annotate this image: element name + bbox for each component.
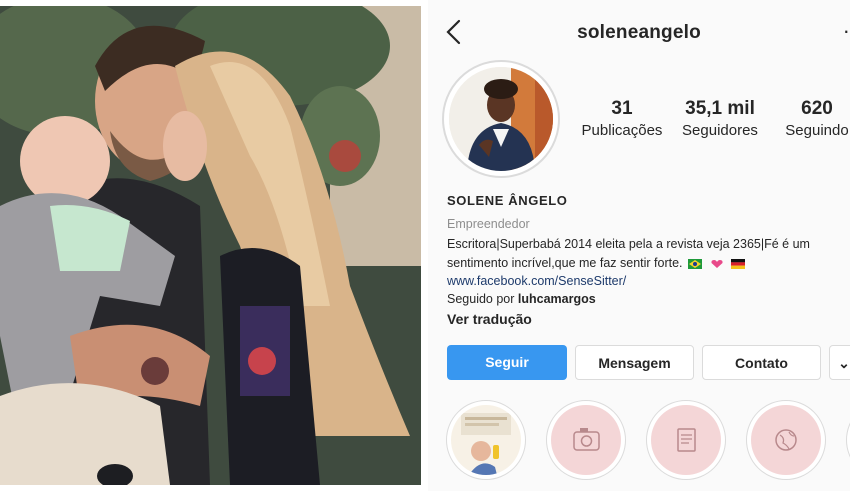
stat-followers[interactable]: 35,1 mil Seguidores bbox=[674, 98, 766, 139]
panel-divider bbox=[421, 0, 428, 491]
highlight-document[interactable] bbox=[646, 400, 726, 480]
stat-following-label: Seguindo bbox=[785, 122, 849, 139]
profile-name: SOLENE ÂNGELO bbox=[447, 193, 568, 208]
profile-description: Escritora|Superbabá 2014 eleita pela a r… bbox=[447, 235, 842, 273]
stat-followers-label: Seguidores bbox=[682, 122, 758, 139]
avatar-image bbox=[449, 67, 553, 171]
see-translation-link[interactable]: Ver tradução bbox=[447, 311, 847, 327]
highlight-camera[interactable] bbox=[546, 400, 626, 480]
profile-username: soleneangelo bbox=[577, 22, 701, 43]
bio-text: Escritora|Superbabá 2014 eleita pela a r… bbox=[447, 237, 810, 270]
instagram-profile: soleneangelo · 31 Publicações 35,1 mil S… bbox=[428, 0, 850, 491]
photo-highlight-icon bbox=[451, 405, 521, 475]
stat-following-value: 620 bbox=[801, 98, 833, 119]
family-photo-illustration bbox=[0, 6, 421, 485]
brazil-flag-icon bbox=[688, 258, 703, 269]
camera-icon bbox=[551, 405, 621, 475]
profile-bio: SOLENE ÂNGELO Empreendedor Escritora|Sup… bbox=[447, 193, 847, 327]
profile-avatar[interactable] bbox=[442, 60, 560, 178]
profile-link[interactable]: www.facebook.com/SenseSitter/ bbox=[447, 274, 847, 288]
top-bar: soleneangelo · bbox=[428, 8, 850, 56]
followed-by-user[interactable]: luhcamargos bbox=[518, 292, 596, 306]
germany-flag-icon bbox=[730, 258, 745, 269]
globe-icon bbox=[751, 405, 821, 475]
document-icon bbox=[651, 405, 721, 475]
more-options-icon[interactable]: · bbox=[843, 20, 850, 42]
stat-followers-value: 35,1 mil bbox=[685, 98, 755, 119]
stat-following[interactable]: 620 Seguindo bbox=[772, 98, 850, 139]
profile-category: Empreendedor bbox=[447, 217, 530, 231]
message-button[interactable]: Mensagem bbox=[575, 345, 694, 380]
suggested-dropdown-button[interactable]: ⌄ bbox=[829, 345, 850, 380]
follow-button[interactable]: Seguir bbox=[447, 345, 567, 380]
stat-posts[interactable]: 31 Publicações bbox=[574, 98, 670, 139]
family-photo bbox=[0, 6, 421, 485]
heart-emoji-icon bbox=[710, 259, 723, 268]
contact-button[interactable]: Contato bbox=[702, 345, 821, 380]
profile-stats: 31 Publicações 35,1 mil Seguidores 620 S… bbox=[574, 98, 850, 144]
followed-by[interactable]: Seguido por luhcamargos bbox=[447, 292, 847, 306]
followed-by-prefix: Seguido por bbox=[447, 292, 515, 306]
stat-posts-value: 31 bbox=[611, 98, 633, 119]
highlight-partial[interactable] bbox=[846, 400, 850, 480]
highlight-photo[interactable] bbox=[446, 400, 526, 480]
stat-posts-label: Publicações bbox=[581, 122, 663, 139]
highlight-globe[interactable] bbox=[746, 400, 826, 480]
